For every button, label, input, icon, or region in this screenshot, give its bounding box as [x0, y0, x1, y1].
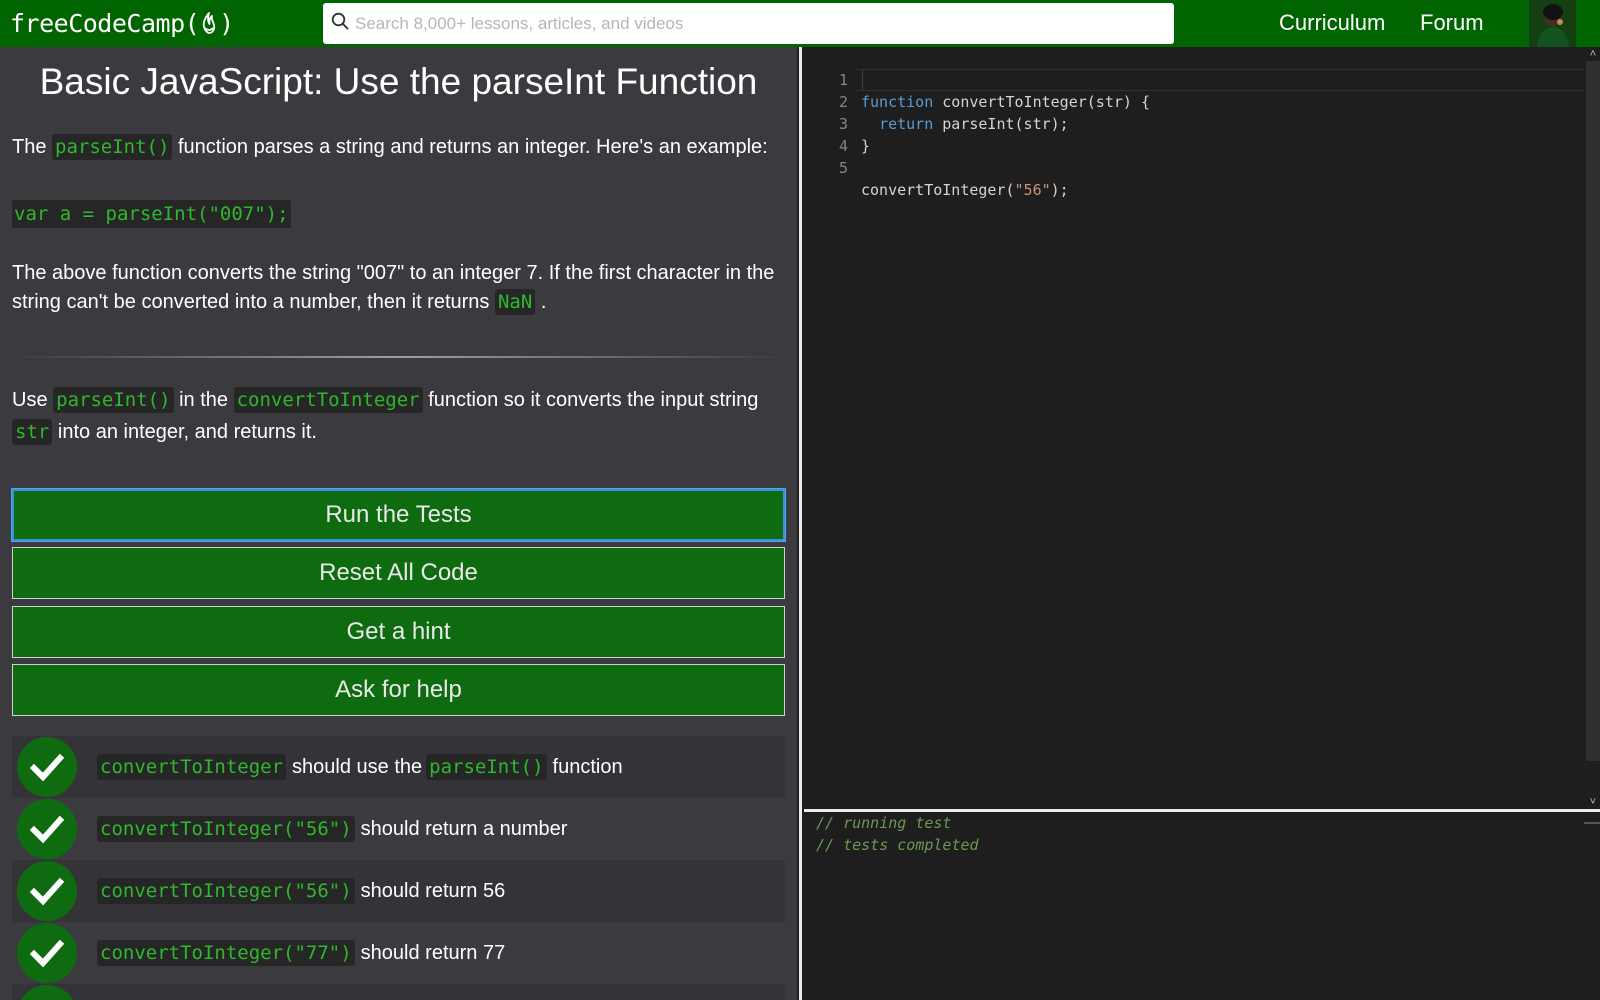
test-description: convertToInteger should use the parseInt…	[97, 754, 623, 780]
search-input[interactable]	[355, 3, 1155, 44]
logo-prefix: freeCodeCamp(	[10, 8, 200, 38]
line-content: convertToInteger("56");	[861, 181, 1069, 199]
test-row: convertToInteger should use the parseInt…	[12, 736, 785, 798]
test-description: convertToInteger("56") should return a n…	[97, 816, 567, 842]
test-text: should use the	[292, 755, 423, 778]
test-description: convertToInteger("77") should return 77	[97, 940, 505, 966]
test-description: convertToInteger("56") should return 56	[97, 878, 505, 904]
freecodecamp-logo[interactable]: freeCodeCamp( )	[10, 6, 234, 40]
inline-code-parseint: parseInt()	[52, 134, 173, 160]
test-row: convertToInteger("77") should return 77	[12, 922, 785, 984]
explanation-paragraph: The above function converts the string "…	[12, 259, 787, 317]
console-line: // running test	[816, 814, 952, 832]
code-line[interactable]: 4	[804, 113, 1584, 155]
example-code-block: var a = parseInt("007");	[12, 200, 291, 228]
top-navbar: freeCodeCamp( ) Curriculum Forum	[0, 0, 1600, 47]
inline-code-converttointeger: convertToInteger	[233, 387, 423, 413]
flame-icon	[200, 11, 218, 35]
check-icon	[17, 923, 77, 983]
scroll-down-icon[interactable]: ˅	[1586, 795, 1600, 809]
test-code: convertToInteger("56")	[97, 816, 355, 842]
test-text-2: function	[552, 755, 623, 778]
instructions-pane: Basic JavaScript: Use the parseInt Funct…	[0, 47, 797, 1000]
challenge-title: Basic JavaScript: Use the parseInt Funct…	[39, 61, 758, 102]
get-hint-button[interactable]: Get a hint	[12, 606, 785, 658]
run-tests-button[interactable]: Run the Tests	[12, 489, 785, 541]
check-icon	[17, 985, 77, 1000]
test-code: convertToInteger("77")	[97, 940, 355, 966]
line-number: 5	[838, 159, 848, 177]
nav-link-forum[interactable]: Forum	[1420, 10, 1484, 36]
reset-code-button[interactable]: Reset All Code	[12, 547, 785, 599]
test-code-2: parseInt()	[426, 754, 547, 780]
section-divider	[12, 356, 787, 358]
test-row: convertToInteger("56") should return a n…	[12, 798, 785, 860]
ask-for-help-button[interactable]: Ask for help	[12, 664, 785, 716]
avatar[interactable]	[1529, 0, 1576, 47]
test-text: should return 77	[360, 941, 506, 964]
inline-code-nan: NaN	[494, 289, 536, 315]
logo-suffix: )	[219, 8, 234, 38]
code-line[interactable]: 1 function convertToInteger(str) {	[804, 47, 1584, 111]
code-editor[interactable]: 1 function convertToInteger(str) { 2 ret…	[804, 47, 1600, 809]
task-paragraph: Use parseInt() in the convertToInteger f…	[12, 384, 787, 448]
explain-text: The above function converts the string "…	[12, 262, 775, 313]
code-line[interactable]: 5 convertToInteger("56");	[804, 135, 1584, 199]
check-icon	[17, 799, 77, 859]
task-end: into an integer, and returns it.	[57, 421, 317, 443]
console-scrollbar[interactable]	[1584, 822, 1600, 824]
check-icon	[17, 737, 77, 797]
intro-paragraph: The parseInt() function parses a string …	[12, 133, 787, 162]
intro-suffix: function parses a string and returns an …	[177, 136, 768, 158]
code-line[interactable]: 2 return parseInt(str);	[804, 69, 1584, 133]
output-console: // running test // tests completed	[804, 812, 1600, 1000]
test-row-partial	[12, 984, 785, 1000]
instructions-content: Basic JavaScript: Use the parseInt Funct…	[0, 47, 797, 1000]
test-code: convertToInteger("56")	[97, 878, 355, 904]
scroll-up-icon[interactable]: ˄	[1586, 47, 1600, 61]
console-line: // tests completed	[816, 836, 979, 854]
editor-scrollbar[interactable]: ˄ ˅	[1584, 47, 1600, 809]
intro-prefix: The	[12, 136, 47, 158]
search-icon	[331, 12, 349, 35]
inline-code-parseint-task: parseInt()	[53, 387, 174, 413]
nav-link-curriculum[interactable]: Curriculum	[1279, 10, 1385, 36]
task-use: Use	[12, 389, 48, 411]
task-in-the: in the	[179, 389, 229, 411]
scrollbar-thumb[interactable]	[1586, 61, 1600, 761]
search-bar[interactable]	[323, 3, 1174, 44]
explain-end: .	[540, 291, 547, 313]
test-text: should return 56	[360, 879, 506, 902]
inline-code-str: str	[12, 419, 53, 445]
check-icon	[17, 861, 77, 921]
test-code: convertToInteger	[97, 754, 287, 780]
test-text: should return a number	[360, 817, 568, 840]
code-line[interactable]: 3 }	[804, 91, 1584, 155]
test-row: convertToInteger("56") should return 56	[12, 860, 785, 922]
task-mid: function so it converts the input string	[428, 389, 759, 411]
pane-splitter[interactable]	[797, 47, 804, 1000]
